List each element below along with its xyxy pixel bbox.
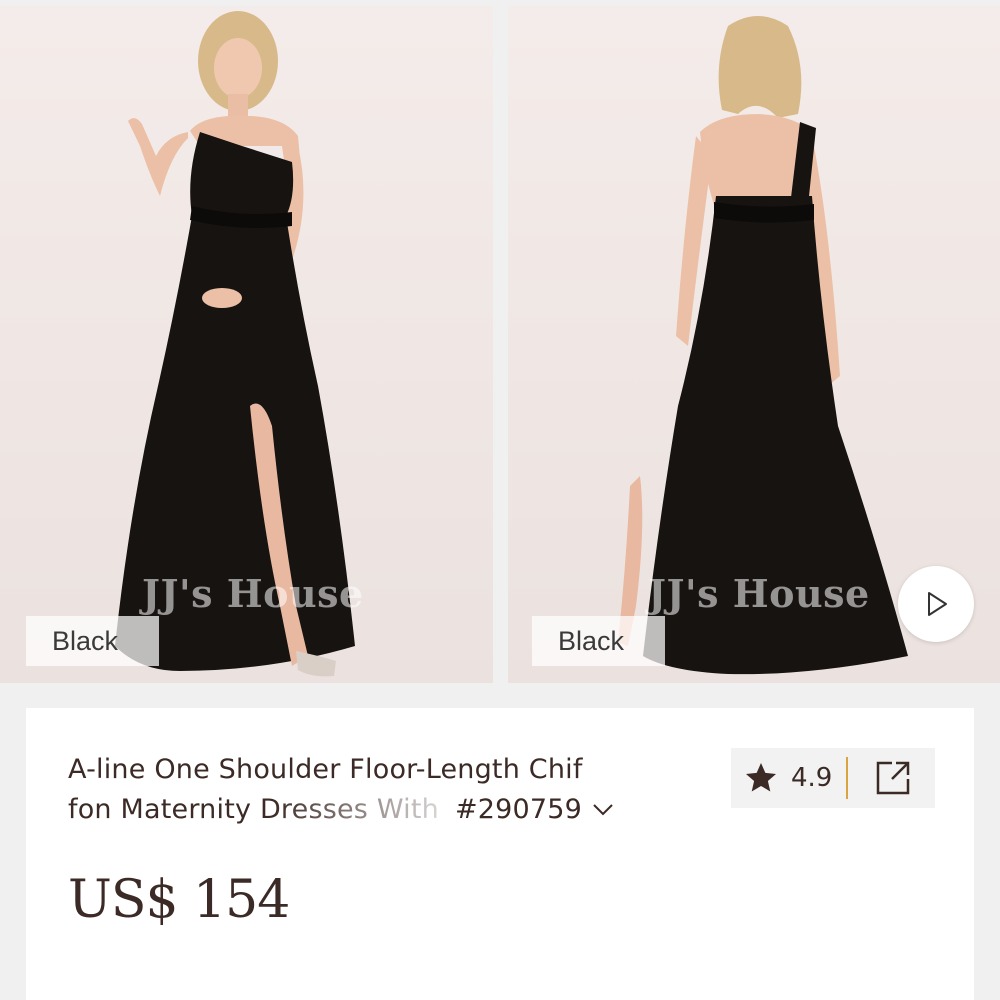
share-external-icon[interactable] <box>874 759 912 797</box>
chevron-down-icon[interactable] <box>592 799 614 821</box>
divider <box>846 757 849 799</box>
product-sku: #290759 <box>454 794 583 825</box>
product-title-line2: fon Maternity Dresses With <box>68 790 439 830</box>
product-photo-front[interactable]: JJ's House Black <box>0 6 493 683</box>
product-image-gallery[interactable]: JJ's House Black JJ's House Black <box>0 0 1000 683</box>
play-video-button[interactable] <box>898 566 974 642</box>
watermark-text: JJ's House <box>142 571 364 616</box>
color-label-chip: Black <box>532 616 665 666</box>
product-info-card: A-line One Shoulder Floor-Length Chif fo… <box>26 708 974 1000</box>
play-icon <box>928 592 947 616</box>
rating-value[interactable]: 4.9 <box>791 763 832 793</box>
product-title[interactable]: A-line One Shoulder Floor-Length Chif fo… <box>68 750 708 830</box>
star-icon <box>746 763 776 792</box>
product-price: US$ 154 <box>68 870 290 930</box>
rating-share-box: 4.9 <box>731 748 935 808</box>
watermark-text: JJ's House <box>648 571 870 616</box>
product-title-line1: A-line One Shoulder Floor-Length Chif <box>68 754 583 785</box>
color-label-chip: Black <box>26 616 159 666</box>
